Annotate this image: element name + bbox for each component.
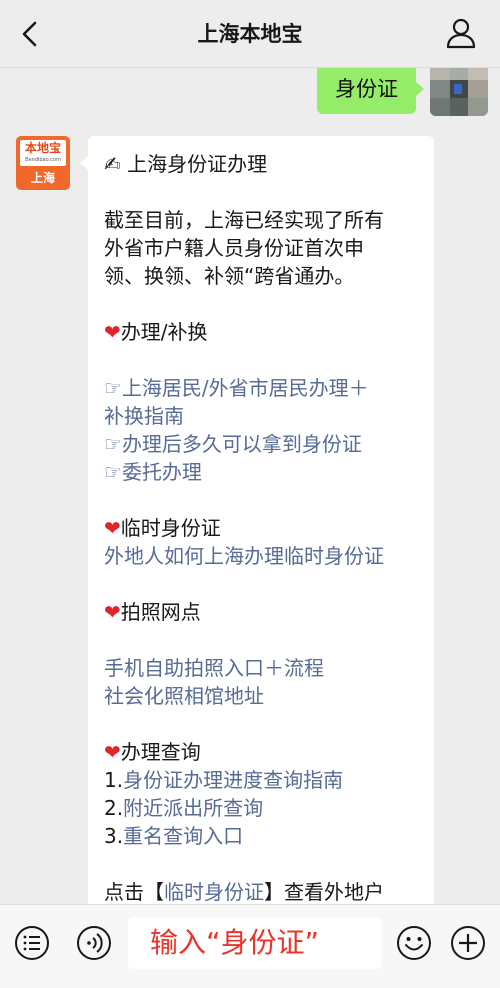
- section-heading: ❤办理/补换: [104, 320, 208, 344]
- heart-icon: ❤: [104, 740, 121, 764]
- voice-icon[interactable]: [76, 925, 112, 961]
- chat-title: 上海本地宝: [197, 22, 303, 46]
- guide-link[interactable]: ☞上海居民/外省市居民办理＋: [104, 374, 420, 402]
- hand-pointer-icon: ☞: [104, 460, 122, 484]
- hand-pointer-icon: ☞: [104, 376, 122, 400]
- guide-link[interactable]: 手机自助拍照入口＋流程: [104, 654, 420, 682]
- user-avatar[interactable]: [430, 68, 488, 116]
- heart-icon: ❤: [104, 516, 121, 540]
- chat-area[interactable]: 身份证 本地宝 Bendibao.com 上海 ✍ 上海身份证办理 截至目前，上…: [0, 68, 500, 904]
- intro-line: 外省市户籍人员身份证首次申: [104, 236, 364, 260]
- emoji-icon[interactable]: [396, 925, 432, 961]
- outgoing-message-text: 身份证: [335, 77, 398, 101]
- hand-pointer-icon: ☞: [104, 432, 122, 456]
- guide-link[interactable]: 补换指南: [104, 402, 420, 430]
- query-link[interactable]: 附近派出所查询: [123, 796, 263, 820]
- guide-link[interactable]: 外地人如何上海办理临时身份证: [104, 542, 420, 570]
- query-item[interactable]: 2.附近派出所查询: [104, 794, 420, 822]
- avatar-logo-url: Bendibao.com: [25, 157, 61, 163]
- guide-link[interactable]: ☞委托办理: [104, 458, 420, 486]
- query-item[interactable]: 3.重名查询入口: [104, 822, 420, 850]
- query-link[interactable]: 身份证办理进度查询指南: [123, 768, 343, 792]
- avatar-logo-name: 本地宝: [24, 141, 61, 155]
- plus-icon[interactable]: [450, 925, 486, 961]
- avatar-city-label: 上海: [30, 171, 55, 185]
- person-icon[interactable]: [444, 16, 478, 50]
- query-item[interactable]: 1.身份证办理进度查询指南: [104, 766, 420, 794]
- incoming-message-bubble: ✍ 上海身份证办理 截至目前，上海已经实现了所有 外省市户籍人员身份证首次申 领…: [80, 136, 434, 904]
- heart-icon: ❤: [104, 320, 121, 344]
- message-title: ✍ 上海身份证办理: [104, 152, 268, 176]
- footer-line: 点击【临时身份证】查看外地户: [104, 880, 384, 904]
- outgoing-message-bubble[interactable]: 身份证: [317, 68, 424, 114]
- chat-input-bar: 输入“身份证”: [0, 904, 500, 988]
- intro-line: 领、换领、补领“跨省通办。: [104, 264, 355, 288]
- section-heading: ❤临时身份证: [104, 516, 221, 540]
- guide-link[interactable]: ☞办理后多久可以拿到身份证: [104, 430, 420, 458]
- query-link[interactable]: 重名查询入口: [123, 824, 243, 848]
- official-account-avatar[interactable]: 本地宝 Bendibao.com 上海: [16, 136, 70, 190]
- guide-link[interactable]: 社会化照相馆地址: [104, 682, 420, 710]
- user-avatar-image: [430, 68, 488, 116]
- temporary-id-link[interactable]: 临时身份证: [164, 880, 264, 904]
- chat-header: 上海本地宝: [0, 0, 500, 68]
- intro-line: 截至目前，上海已经实现了所有: [104, 208, 384, 232]
- heart-icon: ❤: [104, 600, 121, 624]
- input-hint-text: 输入“身份证”: [150, 926, 320, 959]
- menu-list-icon[interactable]: [14, 925, 50, 961]
- section-heading: ❤拍照网点: [104, 600, 201, 624]
- section-heading: ❤办理查询: [104, 740, 201, 764]
